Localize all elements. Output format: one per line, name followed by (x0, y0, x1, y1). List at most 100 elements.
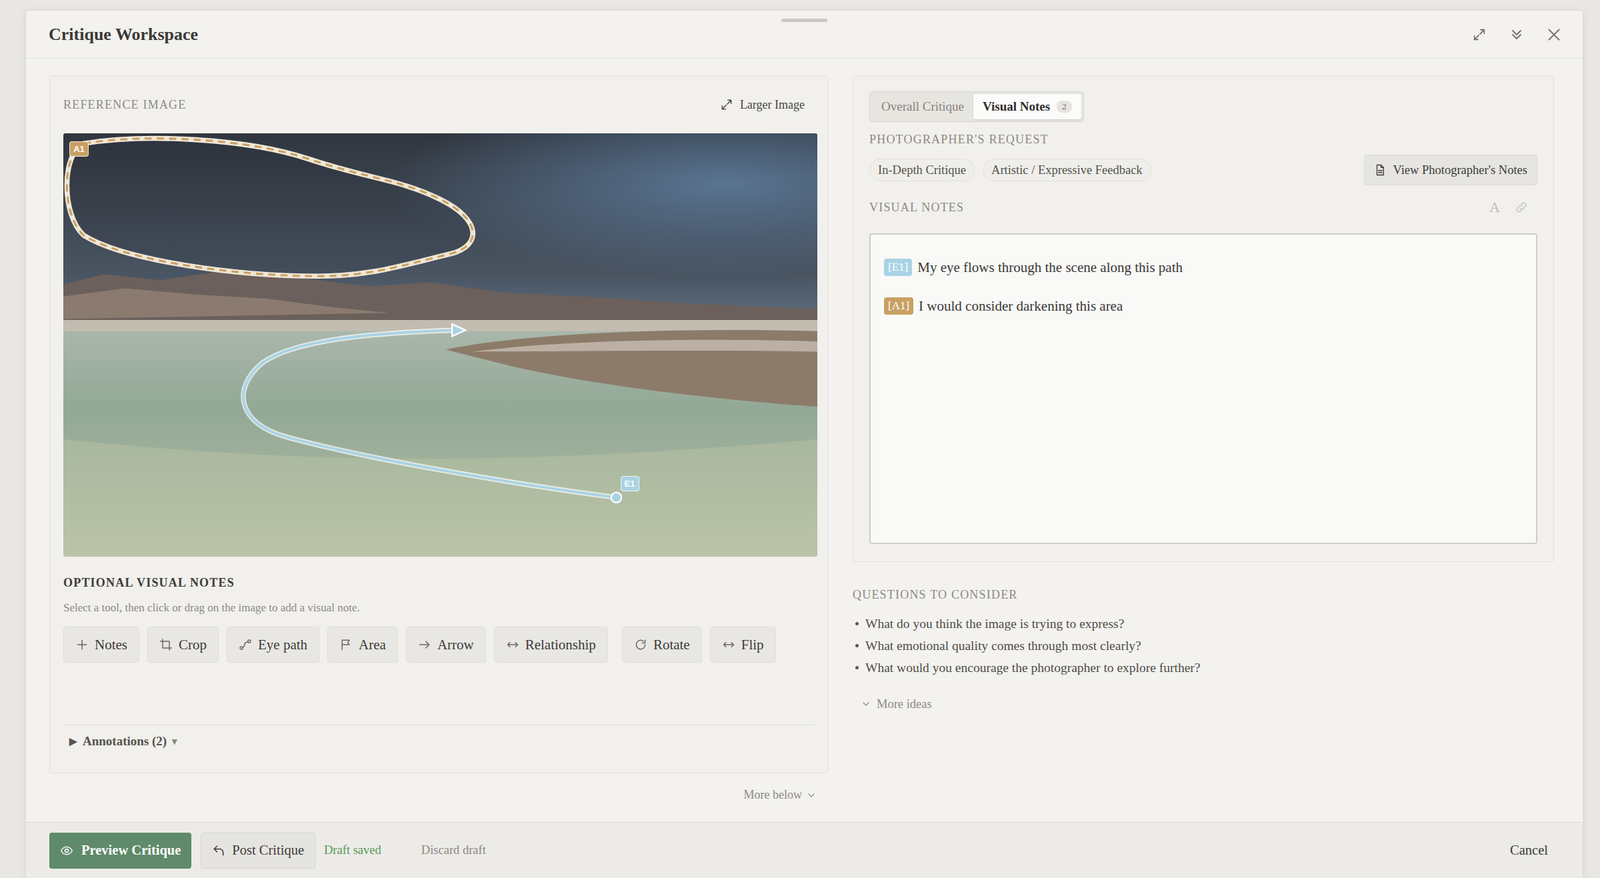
eye-path-icon (238, 638, 252, 652)
tool-button[interactable]: Crop (147, 626, 219, 663)
window-controls (1469, 24, 1564, 45)
chevron-down-icon (860, 698, 872, 710)
notes-toolbar: A (1489, 198, 1538, 216)
questions-title: QUESTIONS TO CONSIDER (852, 588, 1554, 602)
preview-button[interactable]: Preview Critique (49, 832, 192, 869)
close-button[interactable] (1544, 24, 1564, 45)
tool-button[interactable]: Rotate (622, 626, 702, 663)
annotations-section: ▶ Annotations (2) ▾ (63, 724, 814, 773)
bullet (855, 666, 859, 670)
tool-label[interactable]: Crop (178, 636, 207, 654)
tab-count-badge: 2 (1056, 100, 1072, 113)
document-icon (1374, 164, 1386, 176)
eye-path-badge[interactable]: E1 (620, 476, 640, 492)
chevrons-down-icon (1508, 26, 1525, 43)
question-text: What emotional quality comes through mos… (865, 638, 1142, 654)
format-icon[interactable]: A (1489, 198, 1500, 216)
preview-label[interactable]: Preview Critique (81, 842, 181, 858)
window-title: Critique Workspace (48, 24, 1470, 45)
reference-card: REFERENCE IMAGELarger ImageA1E1OPTIONAL … (49, 75, 828, 774)
bullet (855, 644, 859, 648)
cancel-button[interactable]: Cancel (1510, 842, 1548, 858)
tool-bar: Notes Crop Eye path Area Arrow Relationship Ro… (63, 626, 814, 663)
more-below[interactable]: More below (744, 788, 817, 802)
expand-icon (720, 98, 734, 112)
flip-icon (722, 638, 736, 652)
view-notes-button[interactable]: View Photographer's Notes (1364, 154, 1538, 186)
note-line[interactable]: [E1] My eye flows through the scene along… (884, 257, 1523, 278)
area-badge[interactable]: A1 (69, 141, 89, 157)
note-line[interactable]: [A1]I would consider darkening this area (884, 296, 1523, 316)
tab-label[interactable]: Overall Critique (881, 99, 964, 114)
annotation-overlay (63, 133, 818, 557)
tool-label[interactable]: Arrow (437, 636, 474, 654)
question-text: What would you encourage the photographe… (865, 660, 1200, 676)
tool-button[interactable]: Area (327, 626, 398, 663)
tool-label[interactable]: Relationship (525, 636, 596, 654)
tab[interactable]: Overall Critique (872, 94, 974, 120)
crop-icon (159, 638, 173, 652)
request-chip: In-Depth Critique (869, 158, 975, 182)
caret-icon[interactable]: ▾ (172, 735, 178, 748)
note-text[interactable]: I would consider darkening this area (918, 298, 1123, 315)
tab[interactable]: Visual Notes 2 (973, 94, 1082, 120)
more-below-label[interactable]: More below (744, 788, 802, 802)
critique-workspace-window: Critique Workspace REFERENCE IMAGE Larger … (25, 10, 1584, 878)
larger-image-button[interactable]: Larger Image (720, 98, 814, 112)
larger-image-label[interactable]: Larger Image (740, 98, 805, 112)
tool-button[interactable]: Arrow (406, 626, 486, 663)
tab-label[interactable]: Visual Notes (982, 99, 1050, 114)
tool-label[interactable]: Notes (94, 636, 128, 654)
area-icon (339, 638, 353, 652)
note-tag[interactable]: [E1] (884, 258, 912, 276)
visual-notes-editor[interactable]: [E1] My eye flows through the scene along… (869, 233, 1538, 544)
close-icon (1545, 26, 1563, 44)
reference-header: REFERENCE IMAGE Larger Image (63, 94, 814, 115)
workspace-body: REFERENCE IMAGELarger ImageA1E1OPTIONAL … (26, 58, 1583, 822)
header: Critique Workspace (26, 10, 1583, 59)
request-chip: Artistic / Expressive Feedback (982, 158, 1152, 182)
bullet (855, 622, 859, 626)
view-notes-label[interactable]: View Photographer's Notes (1392, 163, 1528, 178)
tool-group: Rotate Flip (622, 626, 776, 663)
post-button[interactable]: Post Critique (200, 832, 316, 869)
more-ideas-toggle[interactable]: More ideas (852, 694, 1554, 714)
tool-button[interactable]: Notes (63, 626, 140, 663)
note-tag[interactable]: [A1] (884, 297, 914, 315)
tool-label[interactable]: Flip (741, 636, 764, 654)
more-ideas-label[interactable]: More ideas (876, 697, 932, 712)
left-column: REFERENCE IMAGELarger ImageA1E1OPTIONAL … (49, 75, 828, 822)
expand-icon (1472, 27, 1487, 42)
expand-button[interactable] (1469, 24, 1490, 45)
tool-button[interactable]: Relationship (494, 626, 608, 663)
plus-icon (75, 638, 89, 652)
annotations-label[interactable]: Annotations (2) (82, 734, 167, 749)
right-column: Overall Critique Visual Notes 2 PHOTOGRAPHE… (852, 75, 1554, 822)
annotations-toggle[interactable]: ▶ Annotations (2) ▾ (63, 734, 178, 749)
eye-icon (60, 844, 74, 858)
question-item: What would you encourage the photographe… (852, 656, 1554, 679)
tool-label[interactable]: Eye path (258, 636, 308, 654)
area-annotation[interactable] (66, 138, 473, 277)
reference-photo: A1 E1 (63, 133, 818, 557)
tool-label[interactable]: Rotate (653, 636, 690, 654)
discard-draft-button[interactable]: Discard draft (421, 843, 486, 858)
arrow-icon (418, 638, 432, 652)
reference-label: REFERENCE IMAGE (63, 98, 187, 112)
drag-handle[interactable] (781, 18, 828, 22)
tools-hint: Select a tool, then click or drag on the… (63, 600, 814, 616)
draft-status: Draft saved (324, 843, 382, 858)
request-label: PHOTOGRAPHER'S REQUEST (869, 132, 1538, 146)
rotate-icon (634, 638, 648, 652)
tool-button[interactable]: Eye path (226, 626, 320, 663)
question-item: What do you think the image is trying to… (852, 612, 1554, 635)
tool-label[interactable]: Area (358, 636, 386, 654)
expand-arrow-icon[interactable]: ▶ (69, 735, 78, 748)
relationship-icon (506, 638, 520, 652)
tool-button[interactable]: Flip (710, 626, 776, 663)
eye-path-annotation[interactable] (243, 324, 622, 503)
note-text[interactable]: My eye flows through the scene along thi… (917, 259, 1183, 276)
post-label[interactable]: Post Critique (232, 842, 304, 858)
footer: Preview Critique Post Critique Draft saved… (26, 822, 1583, 878)
collapse-button[interactable] (1506, 24, 1527, 45)
